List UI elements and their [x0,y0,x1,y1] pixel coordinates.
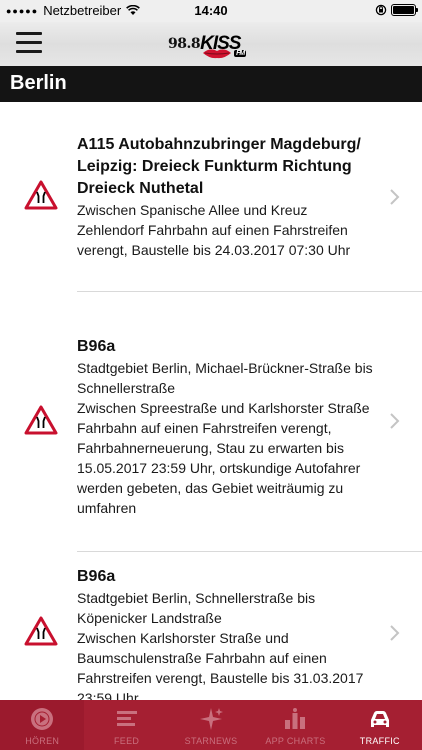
chevron-right-icon [390,189,400,205]
road-narrows-warning-icon [24,405,58,435]
traffic-item-title: B96a [77,568,116,585]
hamburger-menu-button[interactable] [16,32,42,54]
traffic-item-description: Stadtgebiet Berlin, Michael-Brückner-Str… [77,360,373,396]
status-time: 14:40 [194,3,228,18]
traffic-item[interactable]: B96a Stadtgebiet Berlin, Schnellerstraße… [0,552,422,700]
chevron-right-icon [390,625,400,641]
traffic-item[interactable]: A115 Autobahnzubringer Magdeburg/ Leipzi… [0,102,422,292]
tab-feed[interactable]: FEED [84,700,168,750]
tab-traffic[interactable]: TRAFFIC [338,700,422,750]
tab-bar: HÖREN FEED STARNEWS APP CHARTS TRAFFIC [0,700,422,750]
status-bar: ●●●●● Netzbetreiber 14:40 [0,0,422,22]
tab-app-charts[interactable]: APP CHARTS [253,700,337,750]
station-logo: 98.8 KISS FM [168,28,247,60]
car-icon [370,711,389,727]
logo-fm: FM [234,50,247,57]
lips-icon [203,49,232,59]
sparkle-icon [200,708,224,730]
play-disc-icon [31,708,54,730]
traffic-item[interactable]: B96a Stadtgebiet Berlin, Michael-Brückne… [0,292,422,552]
traffic-list[interactable]: A115 Autobahnzubringer Magdeburg/ Leipzi… [0,102,422,700]
logo-brand: KISS FM [200,33,247,59]
chevron-right-icon [390,413,400,429]
tab-hoeren[interactable]: HÖREN [0,700,85,750]
logo-number: 98.8 [168,36,201,52]
road-narrows-warning-icon [24,180,58,210]
traffic-item-title: B96a [77,338,116,355]
section-title: Berlin [0,66,422,102]
tab-starnews[interactable]: STARNEWS [169,700,253,750]
traffic-item-description: Stadtgebiet Berlin, Schnellerstraße bis … [77,590,316,626]
charts-icon [285,708,306,729]
traffic-item-description: Zwischen Spanische Allee und Kreuz Zehle… [77,202,351,258]
traffic-item-description: Zwischen Spreestraße und Karlshorster St… [77,400,370,516]
traffic-item-description: Zwischen Karlshorster Straße und Baumsch… [77,630,364,700]
feed-icon [116,711,137,726]
lock-rotation-icon [375,4,387,16]
app-header: 98.8 KISS FM [0,22,422,66]
battery-icon [391,4,418,16]
road-narrows-warning-icon [24,616,58,646]
traffic-item-title: A115 Autobahnzubringer Magdeburg/ Leipzi… [77,136,361,197]
